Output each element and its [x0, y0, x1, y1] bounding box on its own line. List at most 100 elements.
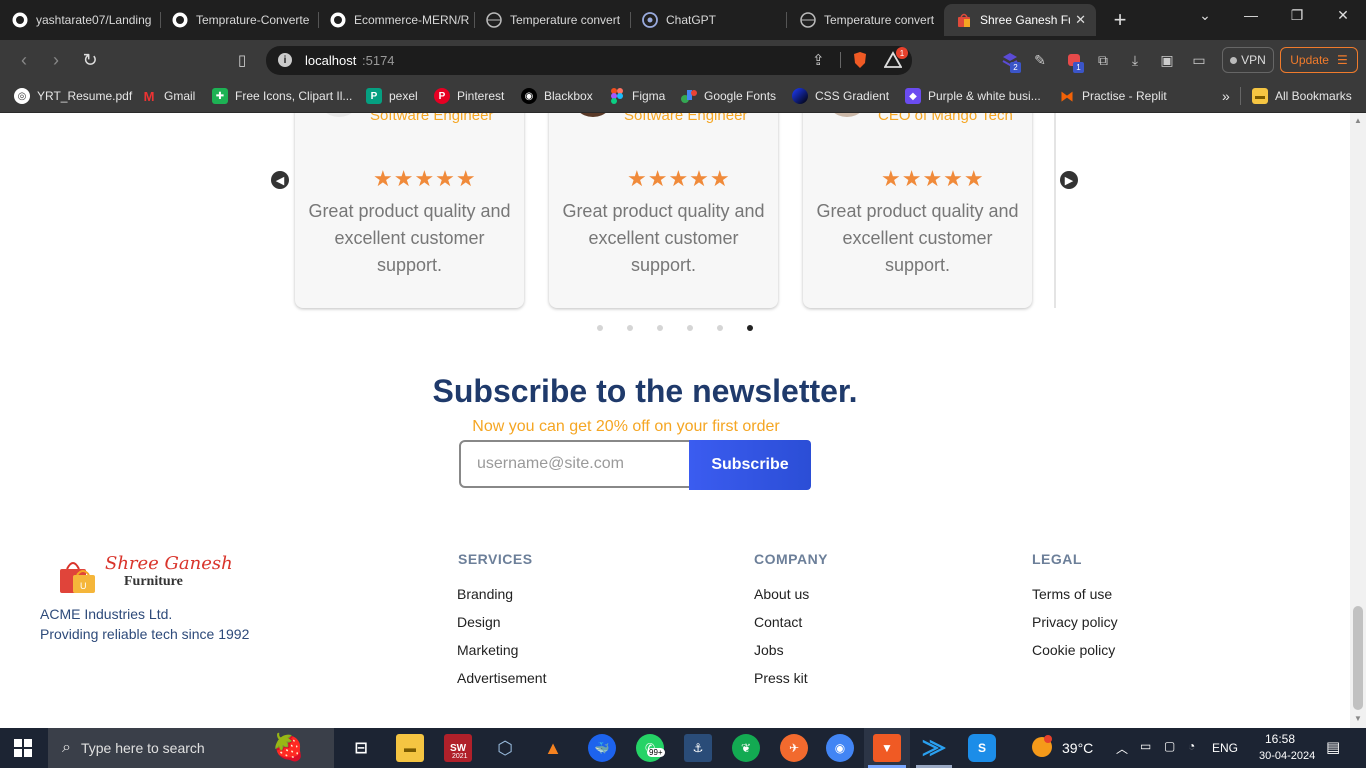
reload-icon[interactable]: ↻: [78, 48, 102, 72]
tab-search-chevron-icon[interactable]: ⌄: [1182, 0, 1228, 30]
vlc-icon[interactable]: ▲: [539, 734, 567, 762]
link-advertisement[interactable]: Advertisement: [457, 670, 546, 686]
link-terms-of-use[interactable]: Terms of use: [1032, 586, 1112, 602]
tab-shree-ganesh-active[interactable]: Shree Ganesh Fu ✕: [944, 4, 1096, 36]
docker-icon[interactable]: 🐳: [588, 734, 616, 762]
eyedropper-icon[interactable]: ✎: [1030, 50, 1050, 70]
tab-temperature-1[interactable]: Temperature convert: [474, 4, 628, 36]
notifications-icon[interactable]: ▤: [1326, 738, 1340, 756]
scrollbar-thumb[interactable]: [1353, 606, 1363, 710]
taskbar-search-box[interactable]: ⌕ Type here to search 🍓: [48, 728, 334, 768]
forward-icon[interactable]: ›: [44, 48, 68, 72]
brave-shields-icon[interactable]: [851, 51, 869, 69]
carousel-prev-icon[interactable]: ◀: [271, 171, 289, 189]
sw-year-label: 2021: [452, 753, 468, 760]
wallet-icon[interactable]: ▭: [1189, 50, 1209, 70]
carousel-dot[interactable]: [687, 325, 693, 331]
postman-icon[interactable]: ✈: [780, 734, 808, 762]
tab-github-temprature[interactable]: Temprature-Converte: [160, 4, 316, 36]
link-jobs[interactable]: Jobs: [754, 642, 784, 658]
css-gradient-icon: [792, 88, 808, 104]
link-cookie-policy[interactable]: Cookie policy: [1032, 642, 1115, 658]
canva-icon: ◆: [905, 88, 921, 104]
bookmark-gmail[interactable]: M Gmail: [141, 86, 196, 106]
carousel-dot[interactable]: [627, 325, 633, 331]
bookmark-figma[interactable]: Figma: [609, 86, 665, 106]
subscribe-button[interactable]: Subscribe: [689, 440, 811, 490]
bookmark-replit[interactable]: ⧓ Practise - Replit: [1059, 86, 1167, 106]
wifi-icon[interactable]: ◔: [1188, 739, 1195, 753]
link-marketing[interactable]: Marketing: [457, 642, 518, 658]
all-bookmarks[interactable]: ▬ All Bookmarks: [1252, 86, 1352, 106]
carousel-dot[interactable]: [657, 325, 663, 331]
bookmark-label: Blackbox: [544, 89, 593, 103]
link-press-kit[interactable]: Press kit: [754, 670, 808, 686]
scroll-down-icon[interactable]: ▼: [1354, 714, 1362, 723]
chrome-icon[interactable]: ◉: [826, 734, 854, 762]
bookmarks-overflow-icon[interactable]: »: [1222, 86, 1230, 106]
bookmark-resume[interactable]: ◎ YRT_Resume.pdf: [14, 86, 132, 106]
language-indicator[interactable]: ENG: [1212, 741, 1238, 755]
tab-title: Ecommerce-MERN/R: [354, 13, 470, 27]
clock-time[interactable]: 16:58: [1265, 732, 1295, 746]
testimonial-card: CEO of Mango Tech ★★★★★ Great product qu…: [803, 113, 1032, 308]
tab-github-ecommerce[interactable]: Ecommerce-MERN/R: [318, 4, 474, 36]
link-branding[interactable]: Branding: [457, 586, 513, 602]
site-info-icon[interactable]: i: [278, 53, 292, 67]
scroll-up-icon[interactable]: ▲: [1354, 116, 1362, 125]
testimonial-quote: Great product quality and excellent cust…: [308, 201, 511, 275]
carousel-dot[interactable]: [597, 325, 603, 331]
skype-icon[interactable]: S: [968, 734, 996, 762]
new-tab-icon[interactable]: +: [1108, 7, 1132, 32]
tab-chatgpt[interactable]: ChatGPT: [630, 4, 786, 36]
close-tab-icon[interactable]: ✕: [1075, 12, 1086, 28]
weather-temp[interactable]: 39°C: [1062, 740, 1093, 756]
carousel-dot-active[interactable]: [747, 325, 753, 331]
bookmark-google-fonts[interactable]: Google Fonts: [681, 86, 776, 106]
carousel-dot[interactable]: [717, 325, 723, 331]
link-design[interactable]: Design: [457, 614, 501, 630]
bookmark-purple-white[interactable]: ◆ Purple & white busi...: [905, 86, 1041, 106]
downloads-icon[interactable]: ⤓: [1125, 50, 1145, 70]
bookmark-free-icons[interactable]: ✚ Free Icons, Clipart Il...: [212, 86, 352, 106]
brave-icon[interactable]: ▼: [873, 734, 901, 762]
carousel-next-icon[interactable]: ▶: [1060, 171, 1078, 189]
globe-icon: [486, 12, 502, 28]
back-icon[interactable]: ‹: [12, 48, 36, 72]
address-bar[interactable]: i localhost :5174 ⇪ 1: [266, 46, 912, 75]
bookmark-page-icon[interactable]: ▯: [230, 48, 254, 72]
tray-overflow-icon[interactable]: ︿: [1116, 740, 1128, 757]
newsletter-email-input[interactable]: [459, 440, 691, 488]
divider: [1240, 87, 1241, 105]
bookmark-pinterest[interactable]: P Pinterest: [434, 86, 504, 106]
vscode-icon[interactable]: ⨠: [920, 734, 948, 762]
update-button[interactable]: Update ☰: [1280, 47, 1358, 73]
task-view-icon[interactable]: ⊟: [347, 734, 375, 762]
link-privacy-policy[interactable]: Privacy policy: [1032, 614, 1118, 630]
link-about-us[interactable]: About us: [754, 586, 809, 602]
close-window-icon[interactable]: ✕: [1320, 0, 1366, 30]
bookmark-blackbox[interactable]: ◉ Blackbox: [521, 86, 593, 106]
network-icon[interactable]: ▢: [1164, 739, 1175, 753]
clock-date[interactable]: 30-04-2024: [1259, 750, 1315, 762]
vpn-button[interactable]: VPN: [1222, 47, 1274, 73]
link-contact[interactable]: Contact: [754, 614, 802, 630]
sidebar-icon[interactable]: ▣: [1157, 50, 1177, 70]
mysql-icon[interactable]: ⚓: [684, 734, 712, 762]
share-icon[interactable]: ⇪: [812, 51, 825, 69]
tab-temperature-2[interactable]: Temperature convert: [788, 4, 942, 36]
mongodb-icon[interactable]: ❦: [732, 734, 760, 762]
restore-icon[interactable]: ❐: [1274, 0, 1320, 30]
tab-github-landing[interactable]: yashtarate07/Landing: [0, 4, 158, 36]
virtualbox-icon[interactable]: ⬡: [491, 734, 519, 762]
bookmark-pexel[interactable]: Ppexel: [366, 86, 418, 106]
windows-start-icon[interactable]: [14, 739, 32, 757]
battery-icon[interactable]: ▭: [1140, 739, 1151, 753]
figma-icon: [609, 88, 625, 104]
bookmark-css-gradient[interactable]: CSS Gradient: [792, 86, 889, 106]
url-host: localhost: [305, 53, 357, 68]
minimize-icon[interactable]: —: [1228, 0, 1274, 30]
testimonial-role: Software Engineer: [624, 113, 748, 124]
extensions-puzzle-icon[interactable]: ⧉: [1093, 50, 1113, 70]
file-explorer-icon[interactable]: ▬: [396, 734, 424, 762]
